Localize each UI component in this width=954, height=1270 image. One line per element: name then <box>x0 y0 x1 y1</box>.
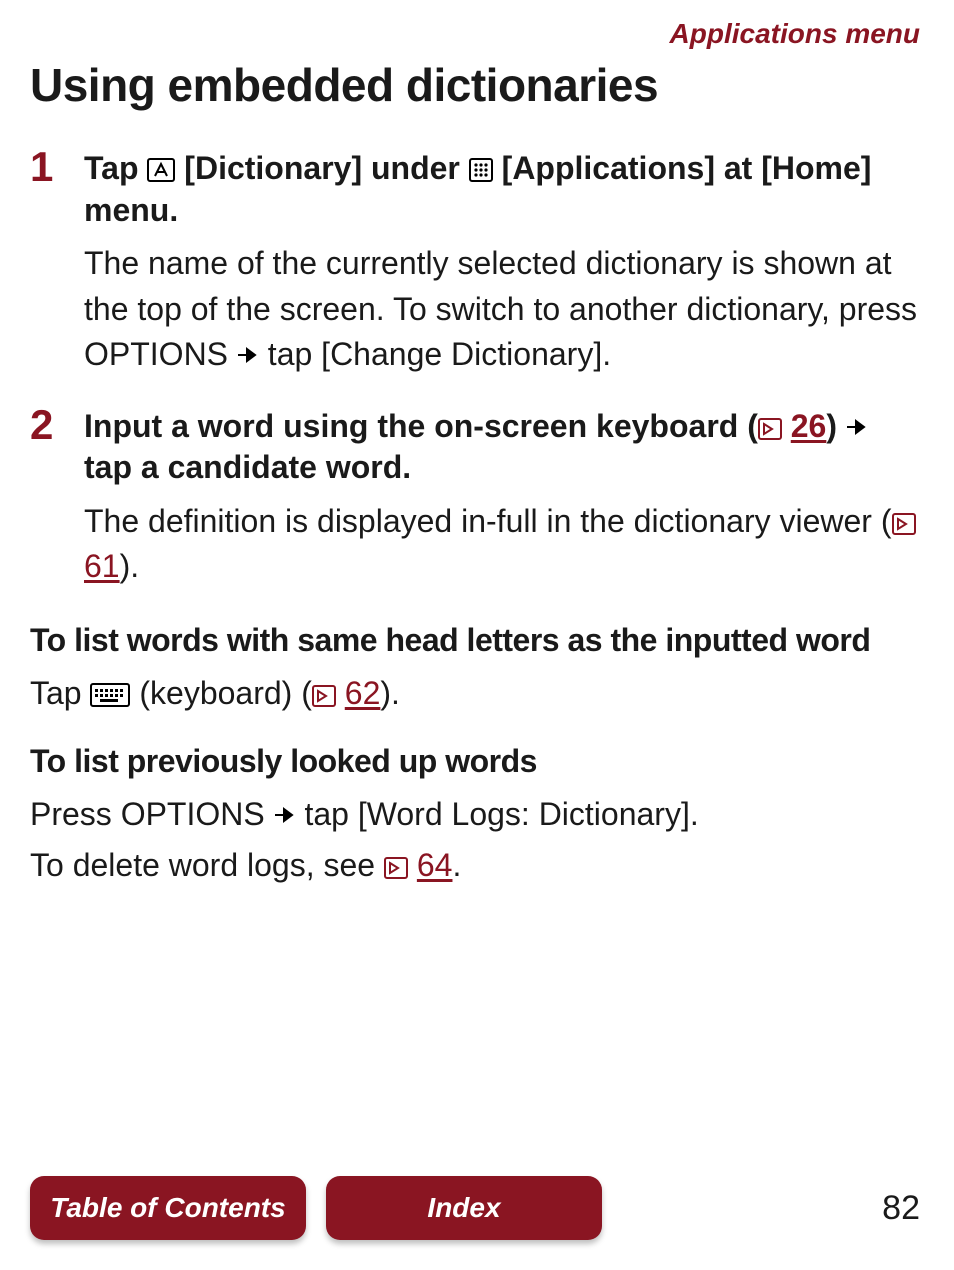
step-1: 1 Tap [Dictionary] under [Applications] … <box>30 148 924 396</box>
page-ref-icon <box>758 418 782 440</box>
page-ref-icon <box>384 857 408 879</box>
arrow-right-icon <box>274 806 296 824</box>
text: ). <box>380 675 400 711</box>
text: . <box>452 847 461 883</box>
page-ref-icon <box>892 513 916 535</box>
step-2-heading: Input a word using the on-screen keyboar… <box>84 406 924 489</box>
breadcrumb: Applications menu <box>30 18 920 50</box>
toc-button[interactable]: Table of Contents <box>30 1176 306 1240</box>
text: ) <box>826 408 846 444</box>
sub2-line2: To delete word logs, see 64. <box>30 843 924 888</box>
page-ref-26-link[interactable]: 26 <box>791 408 827 444</box>
page-ref-61-link[interactable]: 61 <box>84 548 120 584</box>
dictionary-icon <box>147 158 175 182</box>
step-1-body: The name of the currently selected dicti… <box>84 241 924 377</box>
text: [Dictionary] under <box>175 150 468 186</box>
page-title: Using embedded dictionaries <box>30 58 924 112</box>
text: tap [Change Dictionary]. <box>259 336 611 372</box>
text: Press OPTIONS <box>30 796 274 832</box>
index-button[interactable]: Index <box>326 1176 602 1240</box>
subheading-history: To list previously looked up words <box>30 741 924 782</box>
text: ). <box>120 548 140 584</box>
text: tap [Word Logs: Dictionary]. <box>296 796 699 832</box>
page-ref-icon <box>312 685 336 707</box>
sub2-line1: Press OPTIONS tap [Word Logs: Dictionary… <box>30 792 924 837</box>
step-2: 2 Input a word using the on-screen keybo… <box>30 406 924 608</box>
subheading-same-letters: To list words with same head letters as … <box>30 620 924 661</box>
step-1-heading: Tap [Dictionary] under [Applications] at… <box>84 148 924 231</box>
text: tap a candidate word. <box>84 449 411 485</box>
text: Tap <box>30 675 90 711</box>
text: Tap <box>84 150 147 186</box>
step-number: 1 <box>30 146 84 188</box>
page-footer: Table of Contents Index 82 <box>30 1176 924 1240</box>
arrow-right-icon <box>237 346 259 364</box>
applications-icon <box>469 158 493 182</box>
text: To delete word logs, see <box>30 847 384 883</box>
text: The definition is displayed in-full in t… <box>84 503 892 539</box>
step-number: 2 <box>30 404 84 446</box>
text: Input a word using the on-screen keyboar… <box>84 408 758 444</box>
keyboard-icon <box>90 683 130 707</box>
page-ref-62-link[interactable]: 62 <box>345 675 381 711</box>
page-ref-64-link[interactable]: 64 <box>417 847 453 883</box>
page-number: 82 <box>882 1189 924 1228</box>
manual-page: Applications menu Using embedded diction… <box>0 0 954 1270</box>
step-2-body: The definition is displayed in-full in t… <box>84 499 924 590</box>
sub1-body: Tap (keyboard) ( 62). <box>30 671 924 716</box>
arrow-right-icon <box>846 418 868 436</box>
text: (keyboard) ( <box>130 675 311 711</box>
